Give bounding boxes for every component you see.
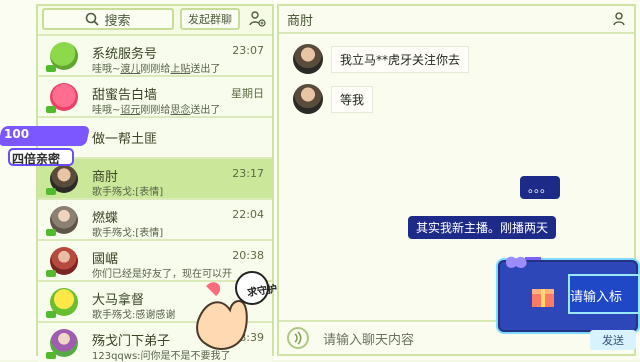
voice-button[interactable] xyxy=(287,327,309,349)
online-badge xyxy=(46,188,56,195)
conversation-time: 23:07 xyxy=(232,44,264,57)
promo-sticker: 100 四倍亲密 xyxy=(0,126,91,174)
online-badge xyxy=(46,229,56,236)
conversation-preview: 歌手殇戈:[表情] xyxy=(92,228,164,239)
online-badge xyxy=(46,352,56,359)
hand-sticker xyxy=(196,271,269,350)
gift-icon xyxy=(532,289,554,307)
conversation-time: 23:17 xyxy=(232,167,264,180)
add-contact-button[interactable] xyxy=(246,8,268,30)
online-badge xyxy=(46,65,56,72)
conversation-item-butterfly[interactable]: 燃蝶 22:04 歌手殇戈:[表情] xyxy=(38,198,272,239)
online-badge xyxy=(46,106,56,113)
barrage-bubble: 其实我新主播。刚播两天 xyxy=(408,216,557,239)
message-row: 我立马**虎牙关注你去 xyxy=(293,44,470,74)
promo-text-2: 四倍亲密 xyxy=(12,152,61,166)
online-badge xyxy=(46,311,56,318)
start-group-chat-button[interactable]: 发起群聊 xyxy=(180,8,240,30)
guitar-sticker xyxy=(506,256,541,268)
send-button[interactable]: 发送 xyxy=(590,330,636,350)
add-person-icon xyxy=(249,11,266,27)
message-row: 等我 xyxy=(293,84,374,114)
search-icon xyxy=(86,12,100,26)
conversation-item-system[interactable]: 系统服务号 23:07 哇哦~渡儿刚刚给上贴送出了 xyxy=(38,34,272,75)
voice-icon xyxy=(294,331,302,345)
conversation-time: 22:04 xyxy=(232,208,264,221)
conversation-time: 星期日 xyxy=(231,87,264,100)
conversation-name: 做一帮土匪 xyxy=(92,132,158,147)
gift-input-label: 请输入标 xyxy=(570,290,623,305)
search-row: 搜索 发起群聊 xyxy=(38,6,272,32)
search-button[interactable]: 搜索 xyxy=(42,8,174,30)
message-bubble: 我立马**虎牙关注你去 xyxy=(331,45,470,73)
chat-input[interactable]: 请输入聊天内容 xyxy=(323,329,414,348)
conversation-time: 20:38 xyxy=(232,249,264,262)
avatar xyxy=(293,44,323,74)
chat-title: 商肘 xyxy=(279,6,634,34)
conversation-preview: 哇哦~渡儿刚刚给上贴送出了 xyxy=(92,64,221,75)
person-icon[interactable] xyxy=(612,12,626,26)
message-bubble: 等我 xyxy=(331,85,374,113)
barrage-bubble: 。。。 xyxy=(520,176,561,199)
search-label: 搜索 xyxy=(104,13,131,29)
avatar xyxy=(293,84,323,114)
app-screen: 搜索 发起群聊 系统服务号 23:07 哇哦~渡儿刚刚给上贴送出了 甜蜜告白墙 … xyxy=(0,0,640,362)
conversation-preview: 歌手殇戈:感谢感谢 xyxy=(92,310,176,321)
conversation-item-love-wall[interactable]: 甜蜜告白墙 星期日 哇哦~诏元刚刚给思念送出了 xyxy=(38,75,272,116)
online-badge xyxy=(46,270,56,277)
promo-text-1: 100 xyxy=(4,127,30,141)
conversation-preview: 歌手殇戈:[表情] xyxy=(92,187,164,198)
conversation-preview: 哇哦~诏元刚刚给思念送出了 xyxy=(92,105,221,116)
